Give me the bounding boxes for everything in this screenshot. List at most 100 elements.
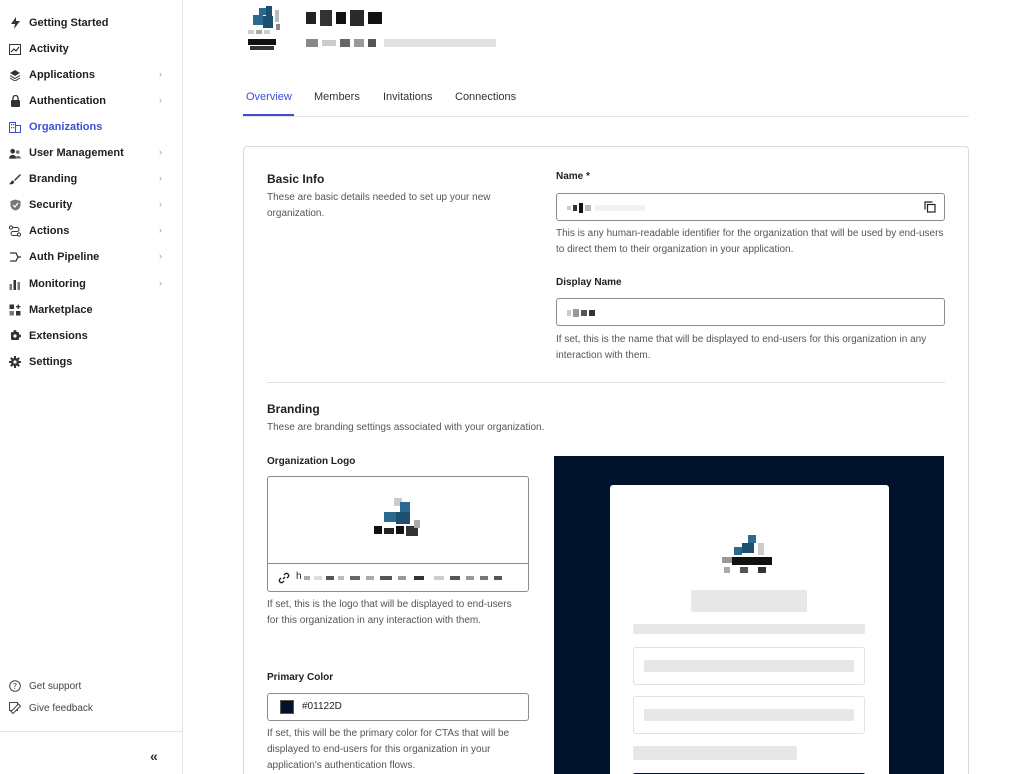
basic-info-description: These are basic details needed to set up… bbox=[267, 192, 491, 219]
grid-plus-icon bbox=[9, 304, 21, 316]
sidebar-item-actions[interactable]: Actions › bbox=[0, 220, 182, 242]
sidebar-item-label: Settings bbox=[29, 356, 73, 368]
layers-icon bbox=[9, 69, 21, 81]
organization-logo-preview bbox=[374, 498, 420, 536]
branding-description: These are branding settings associated w… bbox=[267, 422, 545, 433]
sidebar-item-activity[interactable]: Activity bbox=[0, 38, 182, 60]
sidebar-item-getting-started[interactable]: Getting Started bbox=[0, 12, 182, 34]
sidebar-item-label: Auth Pipeline bbox=[29, 251, 100, 263]
sidebar-item-auth-pipeline[interactable]: Auth Pipeline › bbox=[0, 246, 182, 268]
logo-url-redacted bbox=[304, 576, 502, 580]
sidebar-item-authentication[interactable]: Authentication › bbox=[0, 90, 182, 112]
get-support-link[interactable]: ? Get support bbox=[9, 678, 81, 694]
primary-color-value: #01122D bbox=[302, 701, 342, 712]
sidebar: Getting Started Activity Applications › … bbox=[0, 0, 183, 774]
sidebar-item-settings[interactable]: Settings bbox=[0, 351, 182, 373]
name-help-text: This is any human-readable identifier fo… bbox=[556, 228, 944, 255]
feedback-icon bbox=[9, 702, 21, 714]
preview-input-text-placeholder bbox=[644, 660, 854, 672]
chevron-right-icon: › bbox=[159, 278, 162, 288]
svg-text:?: ? bbox=[13, 682, 17, 691]
organization-logo-field[interactable]: h bbox=[267, 476, 529, 592]
display-name-help-text: If set, this is the name that will be di… bbox=[556, 334, 927, 361]
copy-icon[interactable] bbox=[924, 201, 936, 213]
primary-color-field[interactable]: #01122D bbox=[267, 693, 529, 721]
display-name-field[interactable] bbox=[556, 298, 945, 326]
sidebar-item-label: Getting Started bbox=[29, 17, 109, 29]
preview-logo bbox=[722, 535, 772, 573]
preview-input-placeholder bbox=[633, 696, 865, 734]
sidebar-item-organizations[interactable]: Organizations bbox=[0, 116, 182, 138]
organization-id-redacted bbox=[306, 37, 501, 49]
preview-input-text-placeholder bbox=[644, 709, 854, 721]
give-feedback-link[interactable]: Give feedback bbox=[9, 700, 93, 716]
preview-subtitle-placeholder bbox=[633, 624, 865, 634]
chevron-right-icon: › bbox=[159, 69, 162, 79]
collapse-sidebar-button[interactable]: « bbox=[150, 748, 158, 764]
chevron-right-icon: › bbox=[159, 199, 162, 209]
color-swatch[interactable] bbox=[280, 700, 294, 714]
chevron-right-icon: › bbox=[159, 147, 162, 157]
chevron-right-icon: › bbox=[159, 95, 162, 105]
sidebar-item-marketplace[interactable]: Marketplace bbox=[0, 299, 182, 321]
sidebar-item-label: Applications bbox=[29, 69, 96, 81]
tab-members[interactable]: Members bbox=[314, 91, 360, 103]
sidebar-item-label: Monitoring bbox=[29, 278, 86, 290]
puzzle-icon bbox=[9, 330, 21, 342]
section-divider bbox=[267, 382, 945, 383]
chevron-right-icon: › bbox=[159, 173, 162, 183]
help-circle-icon: ? bbox=[9, 680, 21, 692]
pipeline-icon bbox=[9, 251, 21, 263]
sidebar-item-label: User Management bbox=[29, 147, 124, 159]
tab-connections[interactable]: Connections bbox=[455, 91, 516, 103]
tab-overview[interactable]: Overview bbox=[246, 91, 292, 103]
organization-name-redacted bbox=[306, 8, 386, 28]
organization-logo-help-text: If set, this is the logo that will be di… bbox=[267, 599, 512, 626]
display-name-label: Display Name bbox=[556, 277, 622, 288]
name-value-redacted bbox=[567, 203, 645, 213]
preview-login-card bbox=[610, 485, 889, 774]
sidebar-item-extensions[interactable]: Extensions bbox=[0, 325, 182, 347]
bolt-icon bbox=[9, 17, 21, 29]
basic-info-title: Basic Info bbox=[267, 172, 325, 186]
link-icon bbox=[278, 572, 290, 584]
building-icon bbox=[9, 121, 21, 133]
branding-title: Branding bbox=[267, 402, 320, 416]
name-label: Name * bbox=[556, 171, 590, 182]
sidebar-item-label: Activity bbox=[29, 43, 69, 55]
active-tab-indicator bbox=[243, 114, 294, 116]
organization-logo-label: Organization Logo bbox=[267, 456, 356, 467]
preview-title-placeholder bbox=[691, 590, 807, 612]
logo-url-input[interactable]: h bbox=[268, 563, 528, 591]
give-feedback-label: Give feedback bbox=[29, 702, 93, 714]
sidebar-item-label: Extensions bbox=[29, 330, 88, 342]
sidebar-item-label: Marketplace bbox=[29, 304, 93, 316]
gear-icon bbox=[9, 356, 21, 368]
display-name-value-redacted bbox=[567, 309, 595, 317]
sidebar-item-security[interactable]: Security › bbox=[0, 194, 182, 216]
lock-icon bbox=[9, 95, 21, 107]
tab-invitations[interactable]: Invitations bbox=[383, 91, 433, 103]
sidebar-item-monitoring[interactable]: Monitoring › bbox=[0, 273, 182, 295]
sidebar-item-branding[interactable]: Branding › bbox=[0, 168, 182, 190]
sidebar-item-label: Authentication bbox=[29, 95, 106, 107]
logo-url-prefix: h bbox=[296, 571, 302, 582]
sidebar-item-user-management[interactable]: User Management › bbox=[0, 142, 182, 164]
brush-icon bbox=[9, 173, 21, 185]
preview-link-placeholder bbox=[633, 746, 797, 760]
flow-icon bbox=[9, 225, 21, 237]
tab-bar: Overview Members Invitations Connections bbox=[243, 86, 969, 117]
sidebar-divider bbox=[0, 731, 182, 732]
chevron-right-icon: › bbox=[159, 251, 162, 261]
sidebar-item-label: Branding bbox=[29, 173, 78, 185]
sidebar-item-label: Actions bbox=[29, 225, 70, 237]
primary-color-help-text: If set, this will be the primary color f… bbox=[267, 728, 510, 771]
organization-avatar bbox=[246, 6, 292, 52]
login-preview bbox=[554, 456, 944, 774]
chevron-right-icon: › bbox=[159, 225, 162, 235]
users-icon bbox=[9, 147, 21, 159]
sidebar-item-applications[interactable]: Applications › bbox=[0, 64, 182, 86]
preview-input-placeholder bbox=[633, 647, 865, 685]
name-field[interactable] bbox=[556, 193, 945, 221]
shield-icon bbox=[9, 199, 21, 211]
